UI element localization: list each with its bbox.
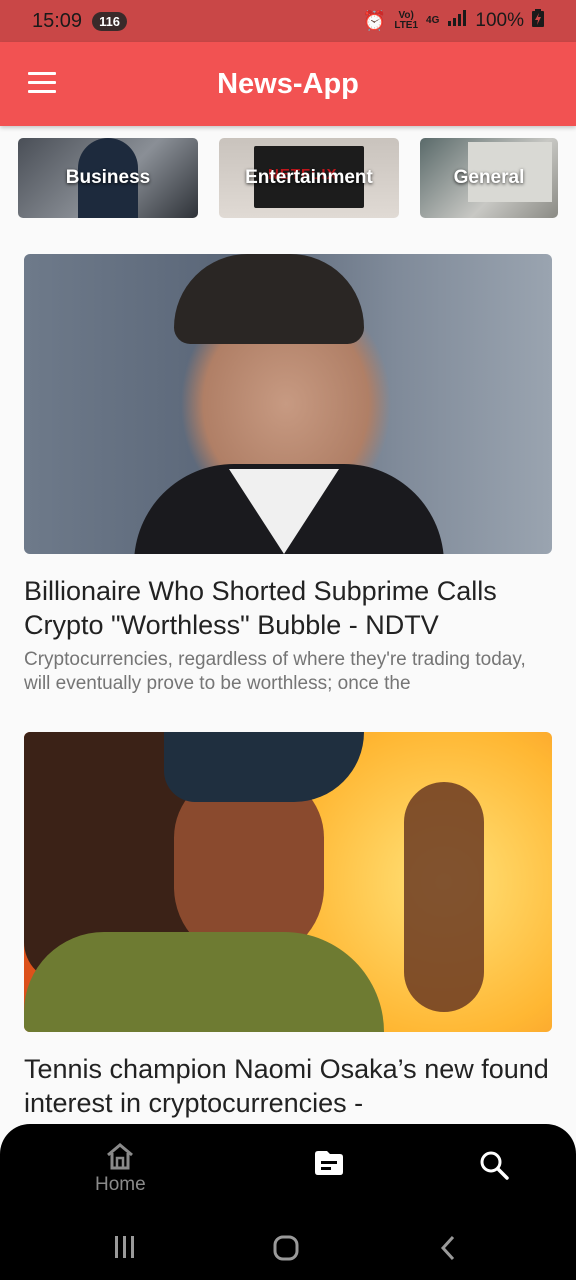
- lte-label: LTE1: [394, 20, 419, 31]
- category-entertainment[interactable]: NETFLIX Entertainment: [219, 138, 399, 218]
- article-title[interactable]: Billionaire Who Shorted Subprime Calls C…: [24, 574, 552, 642]
- category-label: Business: [65, 167, 151, 188]
- nav-news[interactable]: [313, 1150, 345, 1176]
- nav-home[interactable]: Home: [95, 1142, 146, 1196]
- home-icon: [107, 1143, 134, 1170]
- back-chevron-icon: [440, 1235, 455, 1261]
- article-card[interactable]: Billionaire Who Shorted Subprime Calls C…: [24, 254, 552, 696]
- app-title: News-App: [217, 67, 359, 100]
- bottom-navigation: Home: [0, 1124, 576, 1280]
- net-type-indicator: 4G: [426, 15, 440, 26]
- app-bar: News-App: [0, 42, 576, 126]
- status-bar: 15:09 116 ⏰ Vo) LTE1 4G 100%: [0, 0, 576, 42]
- recent-apps-icon: [115, 1236, 134, 1258]
- category-general[interactable]: General: [420, 138, 558, 218]
- recent-apps-button[interactable]: [112, 1234, 138, 1265]
- article-description: Cryptocurrencies, regardless of where th…: [24, 649, 526, 694]
- status-time: 15:09: [32, 9, 83, 32]
- back-button[interactable]: [438, 1234, 458, 1267]
- article-title[interactable]: Tennis champion Naomi Osaka’s new found …: [24, 1052, 552, 1120]
- signal-icon: [447, 10, 467, 32]
- menu-icon[interactable]: [28, 72, 56, 94]
- category-label: General: [453, 167, 525, 188]
- nav-search[interactable]: [479, 1150, 509, 1180]
- category-list: Business NETFLIX Entertainment General: [18, 138, 576, 218]
- system-navigation-bar: [0, 1224, 576, 1280]
- volte-indicator: Vo) LTE1: [394, 11, 418, 31]
- battery-percent: 100%: [475, 10, 524, 31]
- article-image[interactable]: [24, 254, 552, 554]
- home-system-button[interactable]: [272, 1234, 300, 1267]
- article-card[interactable]: Tennis champion Naomi Osaka’s new found …: [24, 732, 552, 1120]
- article-image[interactable]: [24, 732, 552, 1032]
- notification-count-badge: 116: [92, 11, 128, 31]
- home-circle-icon: [273, 1235, 299, 1261]
- alarm-icon: ⏰: [362, 11, 387, 32]
- category-label: Entertainment: [245, 167, 373, 188]
- nav-home-label: Home: [95, 1174, 146, 1195]
- article-icon: [315, 1151, 343, 1175]
- category-business[interactable]: Business: [18, 138, 198, 218]
- search-icon: [480, 1151, 509, 1180]
- battery-charging-icon: [532, 9, 544, 33]
